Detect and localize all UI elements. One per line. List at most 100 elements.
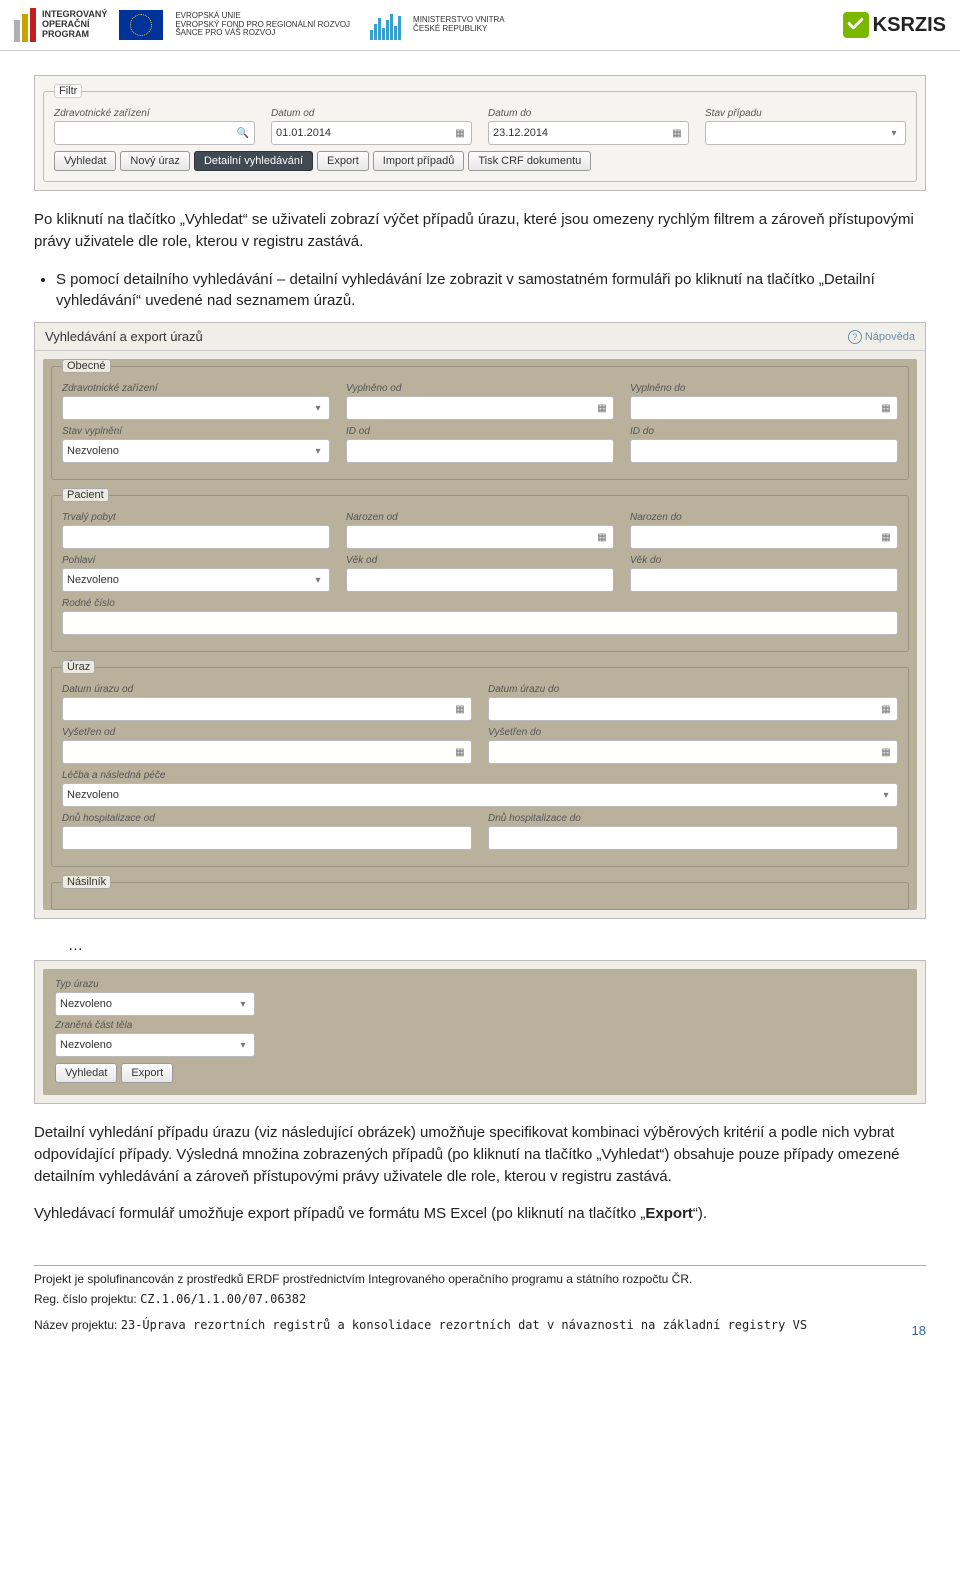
screenshot-filter: Filtr Zdravotnické zařízení 🔍 Datum od 01.0… [34, 75, 926, 191]
button-import-p-pad-[interactable]: Import případů [373, 151, 465, 171]
calendar-icon: ▦ [595, 530, 609, 544]
field-label: Vyplněno do [630, 383, 898, 394]
field-label: ID do [630, 426, 898, 437]
field-label: Zdravotnické zařízení [54, 108, 255, 119]
field-label: Stav vyplnění [62, 426, 330, 437]
input-typ-razu[interactable]: Nezvoleno▾ [55, 992, 255, 1016]
input-rodn-slo[interactable] [62, 611, 898, 635]
input-datum-od[interactable]: 01.01.2014▦ [271, 121, 472, 145]
chevron-down-icon: ▾ [236, 997, 250, 1011]
ellipsis: … [68, 937, 926, 954]
input-vy-et-en-od[interactable]: ▦ [62, 740, 472, 764]
input-narozen-do[interactable]: ▦ [630, 525, 898, 549]
input-dn-hospitalizace-do[interactable] [488, 826, 898, 850]
input-id-do[interactable] [630, 439, 898, 463]
input-v-k-od[interactable] [346, 568, 614, 592]
ksrzis-logo: KSRZIS [843, 12, 946, 38]
field-label: Léčba a následná péče [62, 770, 898, 781]
input-stav-vypln-n-[interactable]: Nezvoleno▾ [62, 439, 330, 463]
chevron-down-icon: ▾ [311, 573, 325, 587]
calendar-icon: ▦ [670, 126, 684, 140]
chevron-down-icon: ▾ [311, 444, 325, 458]
footer-name: Název projektu: 23-Úprava rezortních reg… [34, 1318, 912, 1332]
button-detailn-vyhled-v-n-[interactable]: Detailní vyhledávání [194, 151, 313, 171]
button-vyhledat[interactable]: Vyhledat [55, 1063, 117, 1083]
field-label: Datum od [271, 108, 472, 119]
input-zran-n-st-t-la[interactable]: Nezvoleno▾ [55, 1033, 255, 1057]
calendar-icon: ▦ [595, 401, 609, 415]
calendar-icon: ▦ [879, 745, 893, 759]
calendar-icon: ▦ [879, 702, 893, 716]
button-tisk-crf-dokumentu[interactable]: Tisk CRF dokumentu [468, 151, 591, 171]
screenshot-detail-bottom: Typ úrazu Nezvoleno▾ Zraněná část těla Nezv… [34, 960, 926, 1104]
calendar-icon: ▦ [453, 745, 467, 759]
input-vypln-no-do[interactable]: ▦ [630, 396, 898, 420]
ministry-text: MINISTERSTVO VNITRA ČESKÉ REPUBLIKY [413, 16, 505, 34]
calendar-icon: ▦ [879, 530, 893, 544]
search-icon: 🔍 [236, 126, 250, 140]
field-label: Zraněná část těla [55, 1020, 255, 1031]
legend-úraz: Úraz [62, 660, 95, 674]
input-narozen-od[interactable]: ▦ [346, 525, 614, 549]
iop-logo: INTEGROVANÝ OPERAČNÍ PROGRAM [14, 8, 107, 42]
input-datum-do[interactable]: 23.12.2014▦ [488, 121, 689, 145]
field-label: Vyšetřen do [488, 727, 898, 738]
footer-line1: Projekt je spolufinancován z prostředků … [34, 1272, 926, 1286]
input-dn-hospitalizace-od[interactable] [62, 826, 472, 850]
input-zdravotnick-za-zen-[interactable]: ▾ [62, 396, 330, 420]
field-label: Dnů hospitalizace od [62, 813, 472, 824]
footer: Projekt je spolufinancován z prostředků … [0, 1265, 960, 1356]
paragraph-2: Detailní vyhledání případu úrazu (viz ná… [34, 1122, 926, 1187]
button-export[interactable]: Export [121, 1063, 173, 1083]
eu-text: EVROPSKÁ UNIE EVROPSKÝ FOND PRO REGIONÁL… [175, 12, 350, 38]
field-label: Vyšetřen od [62, 727, 472, 738]
input-vy-et-en-do[interactable]: ▦ [488, 740, 898, 764]
input-v-k-do[interactable] [630, 568, 898, 592]
screenshot-detail-search: Vyhledávání a export úrazů Nápověda Obec… [34, 322, 926, 919]
page-number: 18 [912, 1323, 926, 1338]
input-id-od[interactable] [346, 439, 614, 463]
field-label: Datum do [488, 108, 689, 119]
field-label: Zdravotnické zařízení [62, 383, 330, 394]
doc-header: INTEGROVANÝ OPERAČNÍ PROGRAM EVROPSKÁ UN… [0, 0, 960, 51]
input-datum-razu-od[interactable]: ▦ [62, 697, 472, 721]
chevron-down-icon: ▾ [236, 1038, 250, 1052]
field-label: Dnů hospitalizace do [488, 813, 898, 824]
input-pohlav-[interactable]: Nezvoleno▾ [62, 568, 330, 592]
input-trval-pobyt[interactable] [62, 525, 330, 549]
legend-násilník: Násilník [62, 875, 111, 889]
input-datum-razu-do[interactable]: ▦ [488, 697, 898, 721]
footer-reg: Reg. číslo projektu: CZ.1.06/1.1.00/07.0… [34, 1292, 926, 1306]
legend-obecné: Obecné [62, 359, 111, 373]
button-export[interactable]: Export [317, 151, 369, 171]
field-label: Věk od [346, 555, 614, 566]
input-vypln-no-od[interactable]: ▦ [346, 396, 614, 420]
field-label: Typ úrazu [55, 979, 255, 990]
calendar-icon: ▦ [453, 702, 467, 716]
field-label: Vyplněno od [346, 383, 614, 394]
button-vyhledat[interactable]: Vyhledat [54, 151, 116, 171]
field-label: Rodné číslo [62, 598, 898, 609]
field-label: Trvalý pobyt [62, 512, 330, 523]
field-label: Narozen od [346, 512, 614, 523]
button-nov-raz[interactable]: Nový úraz [120, 151, 190, 171]
bullet-detail-search: S pomocí detailního vyhledávání – detail… [56, 269, 926, 313]
field-label: Datum úrazu od [62, 684, 472, 695]
calendar-icon: ▦ [453, 126, 467, 140]
chevron-down-icon: ▾ [311, 401, 325, 415]
panel-title: Vyhledávání a export úrazů [45, 329, 203, 344]
field-label: Datum úrazu do [488, 684, 898, 695]
field-label: Stav případu [705, 108, 906, 119]
legend-filtr: Filtr [54, 84, 82, 98]
input-stav-p-padu[interactable]: ▾ [705, 121, 906, 145]
legend-pacient: Pacient [62, 488, 109, 502]
ministry-logo [370, 10, 401, 40]
field-label: ID od [346, 426, 614, 437]
calendar-icon: ▦ [879, 401, 893, 415]
input-zdravotnick-za-zen-[interactable]: 🔍 [54, 121, 255, 145]
chevron-down-icon: ▾ [879, 788, 893, 802]
input-l-ba-a-n-sledn-p-e[interactable]: Nezvoleno▾ [62, 783, 898, 807]
chevron-down-icon: ▾ [887, 126, 901, 140]
help-link[interactable]: Nápověda [848, 330, 915, 344]
field-label: Věk do [630, 555, 898, 566]
